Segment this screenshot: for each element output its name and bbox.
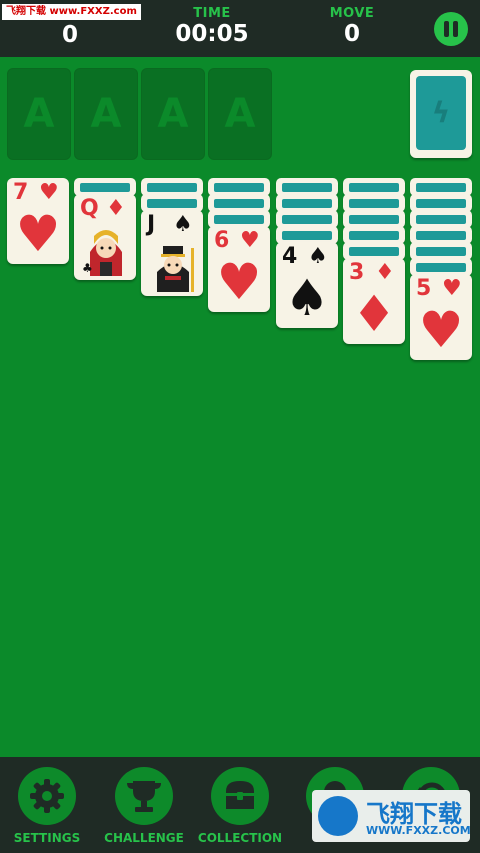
settings-label: SETTINGS — [13, 831, 81, 845]
tableau-card-5[interactable]: 4 ♠ ♠ — [276, 242, 338, 328]
heart-icon-large: ♥ — [15, 205, 61, 263]
foundation-pile-2[interactable]: A — [74, 68, 138, 160]
time-label: TIME — [193, 6, 231, 21]
card-rank: 5 — [416, 276, 432, 301]
move-value: 0 — [343, 21, 360, 47]
card-rank: 7 — [13, 180, 29, 205]
score-value: 0 — [61, 22, 78, 48]
time-value: 00:05 — [175, 21, 249, 47]
spade-icon: ♠ — [308, 244, 328, 269]
challenge-button-circle — [115, 767, 173, 825]
chest-icon — [226, 781, 254, 809]
watermark-ad: 飞翔下载 WWW.FXXZ.COM — [312, 790, 471, 842]
tableau-card-4[interactable]: 6 ♥ ♥ — [208, 226, 270, 312]
lightning-icon: ϟ — [431, 96, 451, 129]
tableau-card-6[interactable]: 3 ♦ ♦ — [343, 258, 405, 344]
top-bar: 飞翔下载 www.FXXZ.com 0 TIME 00:05 MOVE 0 — [0, 0, 480, 57]
tableau-card-3[interactable]: J ♠ — [141, 210, 203, 296]
ad-url: WWW.FXXZ.COM — [366, 824, 471, 837]
card-rank: 3 — [349, 260, 365, 285]
challenge-label: CHALLENGE — [104, 831, 184, 845]
collection-label: COLLECTION — [197, 831, 283, 845]
svg-text:♣: ♣ — [82, 261, 93, 275]
heart-icon: ♥ — [39, 180, 59, 205]
card-rank: J — [147, 212, 156, 237]
pause-icon-bar — [453, 21, 458, 37]
heart-icon-large: ♥ — [418, 301, 464, 359]
settings-button-circle — [18, 767, 76, 825]
challenge-button[interactable]: CHALLENGE — [99, 767, 189, 845]
spade-icon-large: ♠ — [284, 269, 330, 327]
heart-icon: ♥ — [442, 276, 462, 301]
card-back: ϟ — [416, 76, 466, 150]
foundation-pile-1[interactable]: A — [7, 68, 71, 160]
time-display: TIME 00:05 — [170, 6, 254, 47]
collection-button-circle — [211, 767, 269, 825]
heart-icon-large: ♥ — [216, 253, 262, 311]
tableau-card-7[interactable]: 5 ♥ ♥ — [410, 274, 472, 360]
diamond-icon: ♦ — [375, 260, 395, 285]
pause-button[interactable] — [434, 12, 468, 46]
spade-icon: ♠ — [173, 212, 193, 237]
tableau-card-2[interactable]: Q ♦ ♣ — [74, 194, 136, 280]
card-rank: Q — [80, 196, 99, 221]
trophy-icon — [127, 781, 161, 812]
diamond-icon-large: ♦ — [351, 285, 397, 343]
watermark: 飞翔下载 www.FXXZ.com — [2, 4, 141, 20]
tableau-card-1[interactable]: 7 ♥ ♥ — [7, 178, 69, 264]
diamond-icon: ♦ — [106, 196, 126, 221]
collection-button[interactable]: COLLECTION — [195, 767, 285, 845]
score-display: 0 — [40, 22, 100, 48]
gear-icon — [30, 779, 64, 813]
brand-logo-icon — [318, 796, 358, 836]
card-rank: 4 — [282, 244, 298, 269]
card-rank: 6 — [214, 228, 230, 253]
queen-figure-icon: ♣ — [82, 230, 122, 276]
foundation-pile-4[interactable]: A — [208, 68, 272, 160]
heart-icon: ♥ — [240, 228, 260, 253]
jack-figure-icon — [157, 246, 194, 292]
pause-icon — [444, 21, 449, 37]
move-display: MOVE 0 — [322, 6, 382, 47]
settings-button[interactable]: SETTINGS — [2, 767, 92, 845]
stock-pile[interactable]: ϟ — [410, 70, 472, 158]
move-label: MOVE — [329, 6, 375, 21]
foundation-pile-3[interactable]: A — [141, 68, 205, 160]
